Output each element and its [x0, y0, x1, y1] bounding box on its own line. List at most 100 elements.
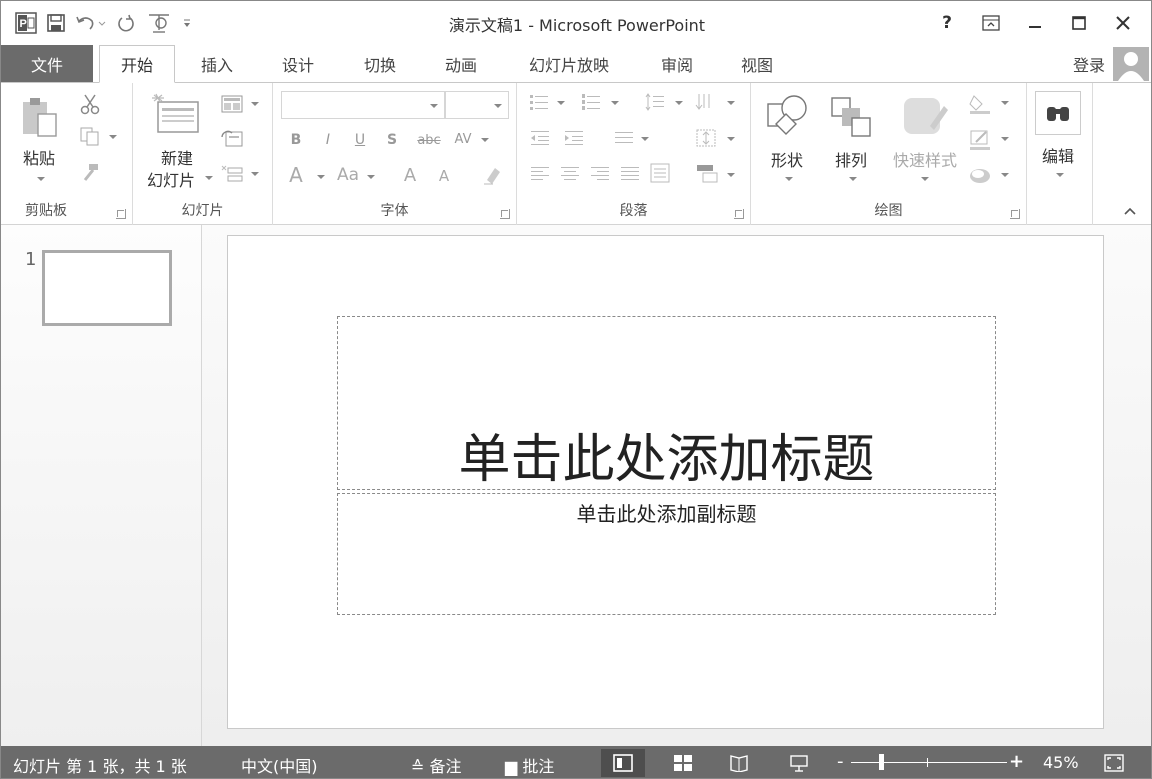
- distributed-icon[interactable]: [647, 161, 673, 185]
- shadow-button[interactable]: S: [381, 129, 403, 151]
- shapes-dropdown-icon[interactable]: [785, 177, 793, 181]
- maximize-icon[interactable]: [1057, 9, 1101, 37]
- reset-icon[interactable]: [219, 127, 245, 149]
- strikethrough-button[interactable]: abc: [413, 129, 445, 151]
- editing-button-label[interactable]: 编辑: [1033, 143, 1083, 167]
- new-slide-label-line1[interactable]: 新建: [145, 145, 209, 169]
- tab-home[interactable]: 开始: [99, 45, 175, 83]
- collapse-ribbon-icon[interactable]: [1119, 203, 1141, 219]
- font-size-dropdown-icon[interactable]: [494, 104, 502, 108]
- tab-design[interactable]: 设计: [263, 45, 333, 82]
- align-text-dropdown-icon[interactable]: [727, 137, 735, 141]
- arrange-label[interactable]: 排列: [827, 147, 875, 171]
- character-spacing-dropdown-icon[interactable]: [481, 138, 489, 142]
- new-slide-label-line2[interactable]: 幻灯片: [139, 167, 203, 191]
- ribbon-display-options-icon[interactable]: [969, 9, 1013, 37]
- clipboard-dialog-launcher-icon[interactable]: [116, 209, 126, 219]
- slide-canvas[interactable]: 单击此处添加标题 单击此处添加副标题: [227, 235, 1104, 729]
- shrink-font-button[interactable]: A: [433, 165, 455, 187]
- tab-file[interactable]: 文件: [1, 45, 93, 82]
- bold-button[interactable]: B: [285, 129, 307, 151]
- font-size-combo[interactable]: [445, 91, 509, 119]
- normal-view-button[interactable]: [601, 749, 645, 777]
- slide-count-status[interactable]: 幻灯片 第 1 张，共 1 张: [13, 753, 187, 777]
- slide-thumbnail-pane[interactable]: 1: [1, 225, 202, 746]
- change-case-button[interactable]: Aa: [333, 163, 363, 187]
- arrange-dropdown-icon[interactable]: [849, 177, 857, 181]
- bullets-icon[interactable]: [527, 91, 551, 113]
- align-left-icon[interactable]: [527, 163, 553, 185]
- zoom-slider-track[interactable]: [851, 762, 1007, 763]
- language-status[interactable]: 中文(中国): [241, 753, 318, 777]
- line-spacing-dropdown-icon[interactable]: [675, 101, 683, 105]
- text-direction-icon[interactable]: [693, 91, 719, 113]
- italic-button[interactable]: I: [317, 129, 339, 151]
- copy-icon[interactable]: [77, 125, 103, 147]
- shapes-label[interactable]: 形状: [763, 147, 811, 171]
- justify-icon[interactable]: [617, 163, 643, 185]
- convert-to-smartart-icon[interactable]: [693, 161, 721, 185]
- title-placeholder[interactable]: 单击此处添加标题: [337, 316, 996, 490]
- section-icon[interactable]: [219, 163, 245, 185]
- increase-indent-icon[interactable]: [561, 127, 587, 149]
- shape-fill-dropdown-icon[interactable]: [1001, 101, 1009, 105]
- format-painter-icon[interactable]: [77, 161, 103, 183]
- paste-label[interactable]: 粘贴: [19, 145, 59, 169]
- align-text-icon[interactable]: [693, 127, 719, 149]
- close-icon[interactable]: [1101, 9, 1145, 37]
- tab-insert[interactable]: 插入: [181, 45, 253, 82]
- layout-dropdown-icon[interactable]: [251, 102, 259, 106]
- quick-styles-dropdown-icon[interactable]: [921, 177, 929, 181]
- slide-show-view-button[interactable]: [777, 749, 821, 777]
- character-spacing-button[interactable]: AV: [449, 127, 477, 151]
- bullets-dropdown-icon[interactable]: [557, 101, 565, 105]
- font-color-dropdown-icon[interactable]: [317, 175, 325, 179]
- underline-button[interactable]: U: [349, 129, 371, 151]
- drawing-dialog-launcher-icon[interactable]: [1010, 209, 1020, 219]
- paste-dropdown-icon[interactable]: [37, 177, 45, 181]
- slide-thumbnail[interactable]: [42, 250, 172, 326]
- shape-effects-dropdown-icon[interactable]: [1001, 173, 1009, 177]
- font-name-combo[interactable]: [281, 91, 445, 119]
- font-name-dropdown-icon[interactable]: [430, 104, 438, 108]
- quick-styles-label[interactable]: 快速样式: [883, 147, 967, 171]
- tab-slide-show[interactable]: 幻灯片放映: [511, 45, 627, 82]
- new-slide-dropdown-icon[interactable]: [205, 176, 213, 180]
- paragraph-dialog-launcher-icon[interactable]: [734, 209, 744, 219]
- minimize-icon[interactable]: [1013, 9, 1057, 37]
- copy-dropdown-icon[interactable]: [109, 135, 117, 139]
- section-dropdown-icon[interactable]: [251, 172, 259, 176]
- find-binoculars-icon[interactable]: [1035, 91, 1081, 135]
- help-button[interactable]: ?: [925, 9, 969, 37]
- avatar[interactable]: [1113, 47, 1149, 81]
- editing-dropdown-icon[interactable]: [1056, 173, 1064, 177]
- shape-fill-icon[interactable]: [967, 91, 993, 115]
- zoom-in-button[interactable]: +: [1009, 751, 1024, 772]
- quick-styles-icon[interactable]: [899, 91, 951, 141]
- zoom-out-button[interactable]: -: [837, 751, 844, 772]
- align-center-icon[interactable]: [557, 163, 583, 185]
- notes-button[interactable]: ≙ 备注: [411, 753, 462, 777]
- shape-effects-icon[interactable]: [967, 163, 993, 187]
- clear-formatting-icon[interactable]: [479, 163, 505, 187]
- font-color-button[interactable]: A: [285, 163, 307, 187]
- columns-dropdown-icon[interactable]: [641, 137, 649, 141]
- shape-outline-dropdown-icon[interactable]: [1001, 137, 1009, 141]
- arrange-icon[interactable]: [827, 91, 875, 139]
- comments-button[interactable]: ▆ 批注: [505, 753, 554, 777]
- line-spacing-icon[interactable]: [643, 91, 667, 113]
- sign-in-link[interactable]: 登录: [1073, 52, 1105, 76]
- tab-transitions[interactable]: 切换: [345, 45, 415, 82]
- paste-icon[interactable]: [19, 95, 61, 141]
- cut-icon[interactable]: [77, 91, 103, 117]
- change-case-dropdown-icon[interactable]: [367, 175, 375, 179]
- font-dialog-launcher-icon[interactable]: [500, 209, 510, 219]
- decrease-indent-icon[interactable]: [527, 127, 553, 149]
- numbering-dropdown-icon[interactable]: [611, 101, 619, 105]
- text-direction-dropdown-icon[interactable]: [727, 101, 735, 105]
- smartart-dropdown-icon[interactable]: [727, 173, 735, 177]
- tab-animations[interactable]: 动画: [425, 45, 497, 82]
- columns-icon[interactable]: [611, 127, 637, 149]
- zoom-level[interactable]: 45%: [1043, 753, 1079, 772]
- tab-view[interactable]: 视图: [721, 45, 793, 82]
